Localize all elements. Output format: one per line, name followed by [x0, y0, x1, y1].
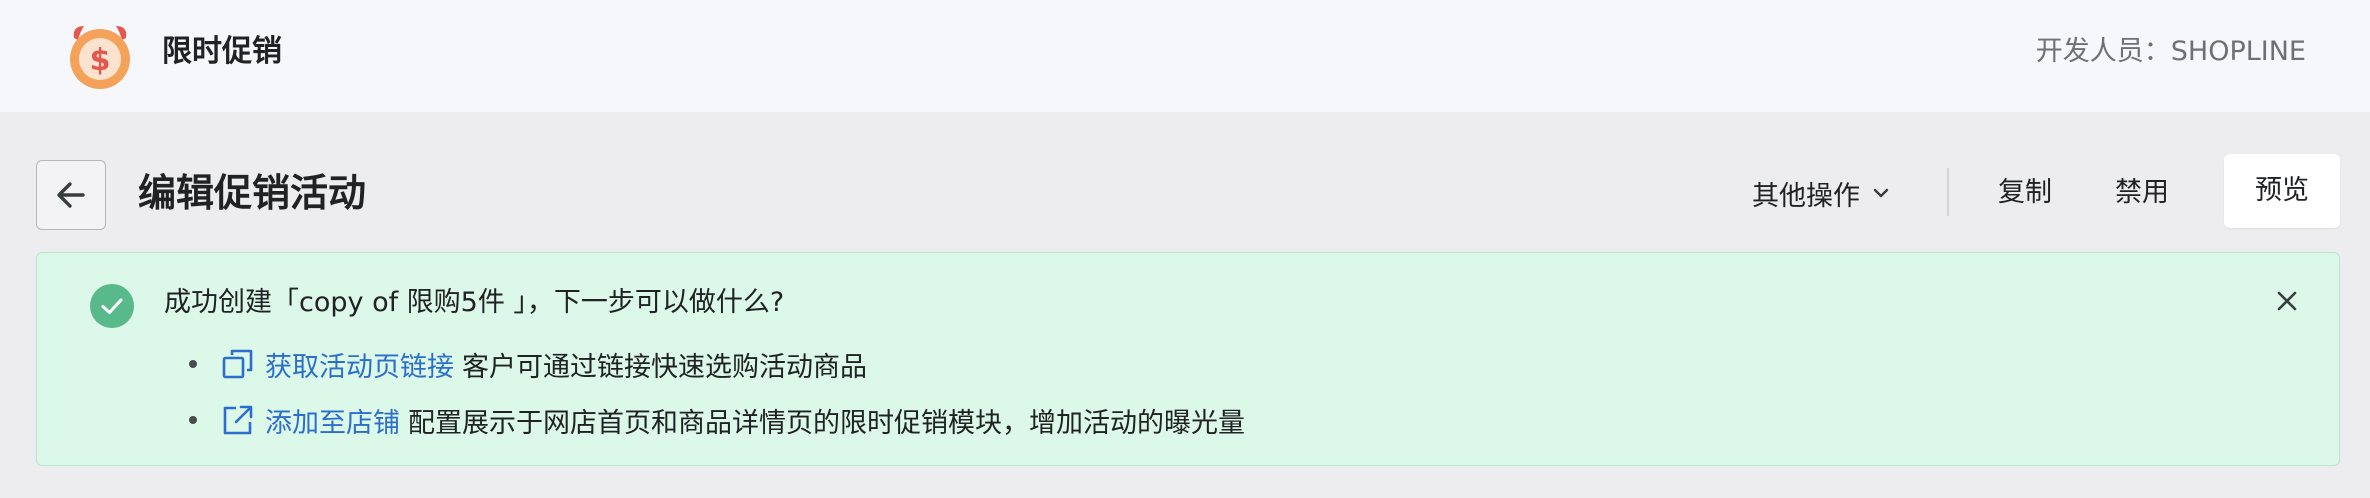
page-title: 编辑促销活动	[138, 171, 367, 215]
bullet	[189, 416, 197, 424]
success-banner: 成功创建「copy of 限购5件 」，下一步可以做什么? 获取活动页链接 客户…	[36, 252, 2340, 466]
app-title: 限时促销	[162, 34, 282, 69]
close-icon[interactable]	[2273, 287, 2301, 315]
banner-title: 成功创建「copy of 限购5件 」，下一步可以做什么?	[164, 287, 785, 318]
back-button[interactable]	[36, 160, 106, 230]
developer-info: 开发人员：SHOPLINE	[2036, 32, 2306, 72]
external-link-icon[interactable]	[221, 403, 255, 437]
chevron-down-icon	[1873, 188, 1889, 198]
developer-name: SHOPLINE	[2170, 36, 2306, 67]
alarm-clock-dollar-icon: $	[70, 26, 130, 89]
copy-button[interactable]: 复制	[1998, 170, 2052, 216]
copy-icon[interactable]	[221, 347, 255, 381]
bullet	[189, 360, 197, 368]
arrow-left-icon	[57, 182, 85, 208]
svg-text:$: $	[90, 43, 111, 78]
preview-button[interactable]: 预览	[2224, 154, 2340, 228]
get-activity-link[interactable]: 获取活动页链接	[265, 345, 454, 384]
app-header: $ 限时促销 开发人员：SHOPLINE	[0, 0, 2370, 112]
list-item: 添加至店铺 配置展示于网店首页和商品详情页的限时促销模块，增加活动的曝光量	[189, 392, 1245, 448]
add-to-store-link[interactable]: 添加至店铺	[265, 401, 400, 440]
disable-button[interactable]: 禁用	[2115, 170, 2169, 216]
toolbar-divider	[1947, 168, 1949, 216]
list-item-desc: 客户可通过链接快速选购活动商品	[462, 351, 867, 383]
page-title-bar: 编辑促销活动 其他操作 复制 禁用 预览	[0, 112, 2370, 248]
list-item-desc: 配置展示于网店首页和商品详情页的限时促销模块，增加活动的曝光量	[408, 407, 1245, 439]
more-actions-dropdown[interactable]: 其他操作	[1752, 170, 1892, 216]
developer-label: 开发人员：	[2035, 36, 2171, 67]
list-item: 获取活动页链接 客户可通过链接快速选购活动商品	[189, 336, 1245, 392]
more-actions-label: 其他操作	[1752, 180, 1860, 212]
next-steps-list: 获取活动页链接 客户可通过链接快速选购活动商品 添加至店铺 配置展示于网店首页和…	[189, 336, 1245, 448]
success-check-icon	[90, 284, 134, 328]
